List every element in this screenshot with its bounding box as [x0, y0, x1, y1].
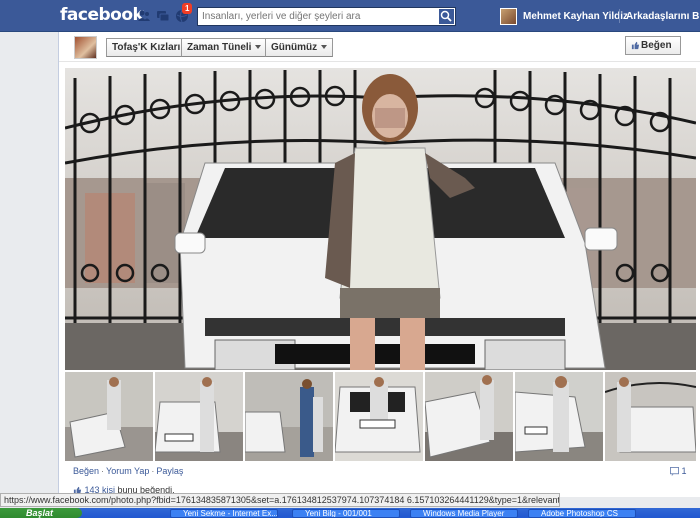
taskbar-item[interactable]: Windows Media Player	[410, 509, 518, 518]
chevron-down-icon	[255, 45, 262, 50]
page-like-button[interactable]: Beğen	[625, 36, 681, 55]
search-button[interactable]	[439, 9, 454, 24]
share-link[interactable]: Paylaş	[156, 466, 183, 476]
top-navigation-bar: facebook 1 Mehmet Kayhan Yildiz Arkadaşl…	[0, 0, 700, 32]
date-label: Günümüz	[271, 42, 318, 53]
user-name-link[interactable]: Mehmet Kayhan Yildiz	[523, 11, 628, 22]
main-photo[interactable]	[65, 68, 696, 370]
windows-taskbar: Başlat Yeni Sekme - Internet Ex... Yeni …	[0, 508, 700, 518]
comment-count-value: 1	[681, 466, 687, 476]
friend-requests-icon[interactable]	[137, 9, 151, 23]
search-box	[197, 7, 456, 26]
nav-divider	[619, 9, 620, 23]
page-name-button[interactable]: Tofaş'K Kızları	[106, 38, 187, 57]
separator-dot: ·	[101, 466, 105, 476]
messages-icon[interactable]	[156, 9, 170, 23]
thumbnail-7[interactable]	[605, 372, 696, 461]
page-name: Tofaş'K Kızları	[112, 42, 181, 53]
browser-status-bar: https://www.facebook.com/photo.php?fbid=…	[0, 493, 560, 507]
find-friends-link[interactable]: Arkadaşlarını Bul	[626, 11, 700, 22]
taskbar-item[interactable]: Adobe Photoshop CS	[528, 509, 636, 518]
taskbar-item[interactable]: Yeni Sekme - Internet Ex...	[170, 509, 278, 518]
date-dropdown[interactable]: Günümüz	[265, 38, 334, 57]
thumbnail-2[interactable]	[155, 372, 243, 461]
timeline-view-dropdown[interactable]: Zaman Tüneli	[181, 38, 268, 57]
thumbnail-4[interactable]	[335, 372, 423, 461]
timeline-content: Tofaş'K Kızları Zaman Tüneli Günümüz Beğ…	[58, 32, 700, 497]
thumbnail-1[interactable]	[65, 372, 153, 461]
thumbnail-5[interactable]	[425, 372, 513, 461]
timeline-header: Tofaş'K Kızları Zaman Tüneli Günümüz Beğ…	[59, 32, 700, 62]
notification-badge: 1	[182, 3, 193, 14]
photo-thumbnails	[65, 372, 696, 461]
page-profile-thumbnail[interactable]	[74, 36, 97, 59]
comment-icon	[670, 467, 679, 477]
timeline-view-label: Zaman Tüneli	[187, 42, 252, 53]
thumbnail-3[interactable]	[245, 372, 333, 461]
separator-dot: ·	[151, 466, 155, 476]
like-link[interactable]: Beğen	[73, 466, 99, 476]
search-icon	[440, 10, 452, 22]
thumbs-up-icon	[631, 41, 640, 50]
photo-actions: Beğen · Yorum Yap · Paylaş	[73, 466, 183, 476]
comment-count[interactable]: 1	[670, 466, 687, 477]
start-button[interactable]: Başlat	[0, 508, 82, 518]
facebook-logo[interactable]: facebook	[60, 5, 144, 25]
taskbar-item[interactable]: Yeni Bilg - 001/001	[292, 509, 400, 518]
search-input[interactable]	[198, 8, 433, 25]
comment-link[interactable]: Yorum Yap	[106, 466, 149, 476]
page-like-label: Beğen	[641, 40, 672, 51]
chevron-down-icon	[321, 45, 328, 50]
user-avatar[interactable]	[500, 8, 517, 25]
thumbnail-6[interactable]	[515, 372, 603, 461]
